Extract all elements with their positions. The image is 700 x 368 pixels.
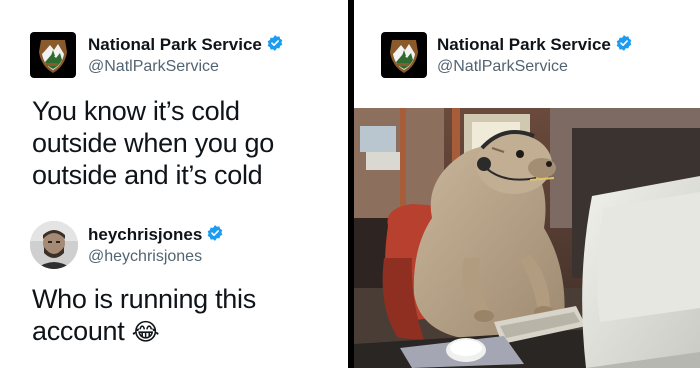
nps-arrowhead-logo-icon[interactable] xyxy=(381,32,427,78)
account-handle[interactable]: @NatlParkService xyxy=(437,58,568,76)
verified-badge-icon xyxy=(208,225,223,241)
left-tweet-panel: National Park Service @NatlParkService Y… xyxy=(0,0,348,368)
account-name-text: National Park Service xyxy=(88,35,262,54)
reply-line: Who is running this xyxy=(32,284,256,314)
account-name-text: National Park Service xyxy=(437,35,611,54)
verified-badge-icon xyxy=(616,35,632,51)
reply-text: Who is running this account 😂 xyxy=(32,283,256,349)
laughing-emoji: 😂 xyxy=(131,319,160,346)
account-handle[interactable]: @NatlParkService xyxy=(88,58,219,76)
reply-account-handle[interactable]: @heychrisjones xyxy=(88,248,202,266)
tweet-text: You know it’s cold outside when you go o… xyxy=(32,95,274,191)
verified-badge-icon xyxy=(267,35,283,51)
right-tweet-panel: National Park Service @NatlParkService xyxy=(354,0,700,368)
account-name[interactable]: National Park Service xyxy=(88,34,284,55)
reply-account-name-text: heychrisjones xyxy=(88,225,203,244)
prairie-dog-at-computer-photo[interactable] xyxy=(354,108,700,368)
account-name[interactable]: National Park Service xyxy=(437,34,633,55)
tweet-line: outside and it’s cold xyxy=(32,160,263,190)
tweet-line: You know it’s cold xyxy=(32,96,240,126)
user-avatar-icon[interactable] xyxy=(30,221,78,269)
nps-arrowhead-logo-icon[interactable] xyxy=(30,32,76,78)
reply-line-2: account 😂 xyxy=(32,315,256,349)
tweet-line: outside when you go xyxy=(32,128,274,158)
reply-line-text: account xyxy=(32,316,125,346)
reply-account-name[interactable]: heychrisjones xyxy=(88,224,224,245)
